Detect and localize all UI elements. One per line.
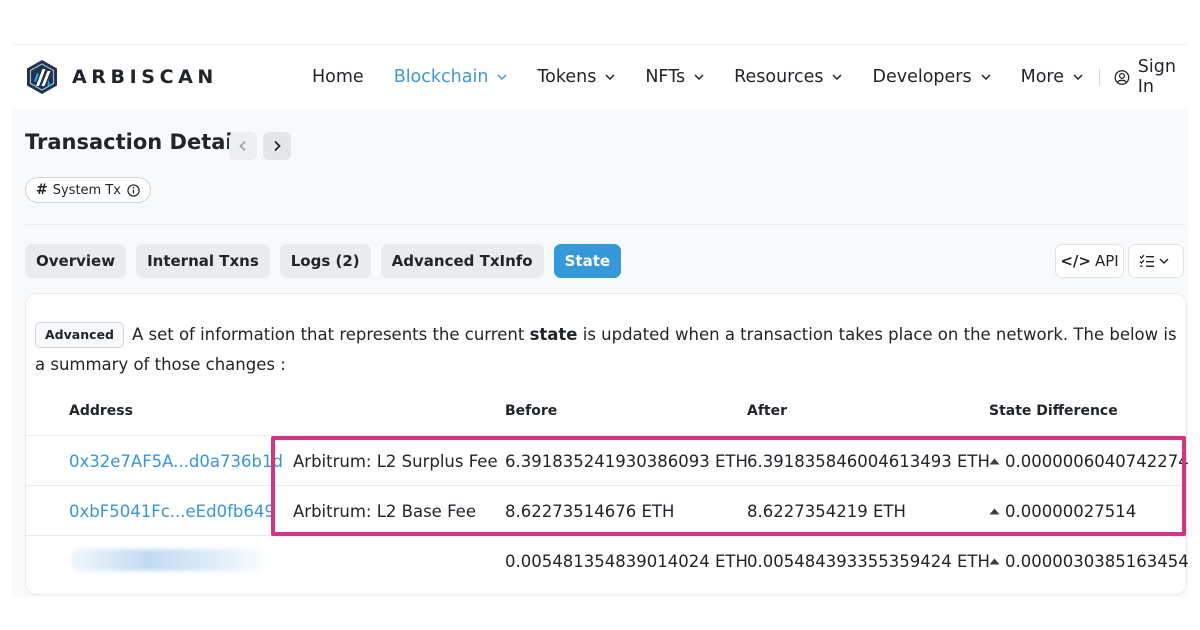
tab-state[interactable]: State	[553, 244, 622, 278]
column-header-before: Before	[505, 403, 558, 419]
api-button[interactable]: </> API	[1055, 244, 1124, 278]
top-navbar: ARBISCAN Home Blockchain Tokens NFTs Res…	[12, 44, 1188, 110]
nav-nfts-label: NFTs	[645, 67, 686, 87]
tab-logs[interactable]: Logs (2)	[279, 244, 371, 278]
chevron-left-icon	[239, 140, 246, 152]
nav-home-label: Home	[312, 67, 364, 87]
description-text-start: A set of information that represents the…	[131, 325, 530, 344]
nav-blockchain[interactable]: Blockchain	[394, 67, 508, 87]
sign-in-link[interactable]: Sign In	[1114, 57, 1188, 97]
row-before-value: 0.005481354839014024 ETH	[505, 552, 748, 571]
nav-tokens[interactable]: Tokens	[537, 67, 615, 87]
tab-advanced-txinfo[interactable]: Advanced TxInfo	[380, 244, 544, 278]
state-difference-value: 0.0000030385163454	[1005, 552, 1189, 571]
sign-in-label: Sign In	[1137, 57, 1176, 97]
tab-internal-txns[interactable]: Internal Txns	[136, 244, 270, 278]
row-after-value: 0.005484393355359424 ETH	[747, 552, 990, 571]
info-icon[interactable]	[127, 183, 140, 197]
nav-more-label: More	[1020, 67, 1064, 87]
row-state-difference: 0.0000030385163454	[989, 552, 1189, 571]
arbitrum-logo-icon	[27, 60, 57, 94]
chevron-down-icon	[694, 74, 704, 80]
row-address-link[interactable]: 0x32e7AF5A...d0a736b1d	[69, 452, 283, 471]
nav-more[interactable]: More	[1021, 67, 1083, 87]
system-tx-badge: # System Tx	[25, 177, 151, 203]
nav-resources-label: Resources	[734, 67, 824, 87]
nav-developers[interactable]: Developers	[872, 67, 991, 87]
caret-up-icon	[989, 558, 1000, 565]
nav-home[interactable]: Home	[312, 67, 364, 87]
system-tx-label: System Tx	[52, 182, 121, 198]
page-title: Transaction Details	[25, 130, 253, 154]
chevron-down-icon	[605, 74, 615, 80]
api-label: API	[1094, 252, 1119, 270]
chevron-down-icon	[832, 74, 843, 80]
advanced-badge: Advanced	[35, 322, 124, 348]
column-header-address: Address	[69, 403, 133, 419]
chevron-down-icon	[981, 74, 991, 80]
list-check-icon	[1139, 254, 1169, 267]
chevron-right-icon	[274, 140, 281, 152]
column-options-button[interactable]	[1128, 244, 1184, 278]
row-address-link[interactable]: 0xbF5041Fc...eEd0fb649	[69, 502, 275, 521]
main-menu: Home Blockchain Tokens NFTs Resources De…	[312, 45, 1188, 109]
nav-nfts[interactable]: NFTs	[645, 67, 704, 87]
tab-overview[interactable]: Overview	[25, 244, 127, 278]
nav-developers-label: Developers	[872, 67, 972, 87]
brand-name: ARBISCAN	[72, 66, 218, 88]
description-bold-word: state	[529, 325, 578, 344]
chevron-down-icon	[1073, 74, 1083, 80]
column-header-after: After	[747, 403, 788, 419]
next-tx-button[interactable]	[263, 132, 291, 160]
brand-logo[interactable]: ARBISCAN	[24, 59, 218, 95]
chevron-down-icon	[497, 74, 507, 80]
nav-blockchain-label: Blockchain	[393, 67, 489, 87]
highlight-box	[271, 436, 1186, 536]
state-description: Advanced A set of information that repres…	[35, 320, 1180, 380]
previous-tx-button[interactable]	[229, 132, 257, 160]
user-circle-icon	[1114, 69, 1130, 85]
hash-symbol: #	[36, 182, 48, 198]
nav-tokens-label: Tokens	[537, 67, 597, 87]
section-divider	[25, 224, 1185, 225]
code-icon: </>	[1060, 252, 1091, 270]
column-header-state-difference: State Difference	[989, 403, 1118, 419]
nav-resources[interactable]: Resources	[734, 67, 843, 87]
menu-divider	[1099, 69, 1100, 85]
blurred-address	[70, 549, 265, 571]
tx-tabs: Overview Internal Txns Logs (2) Advanced…	[25, 244, 631, 278]
